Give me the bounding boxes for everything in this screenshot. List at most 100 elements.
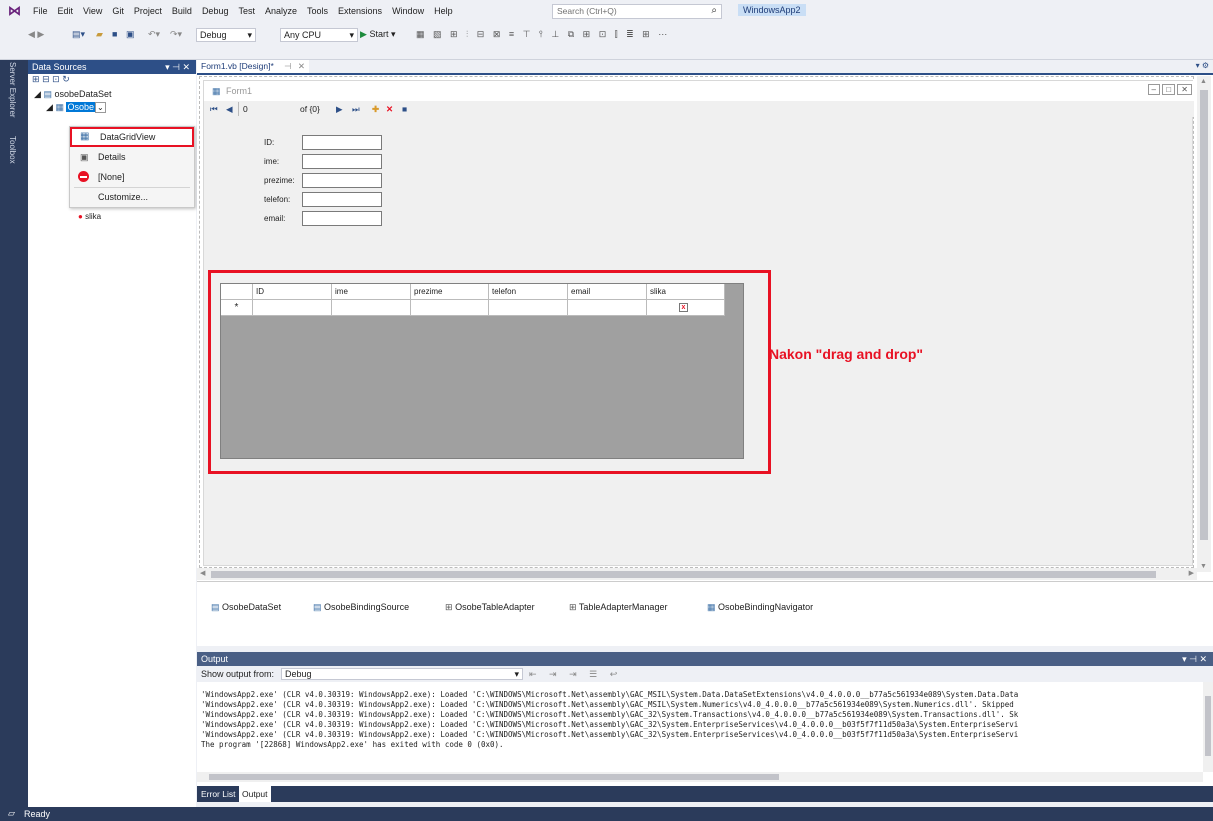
menu-item-customize[interactable]: Customize... [70, 188, 194, 206]
menu-item-details[interactable]: ▣ Details [70, 147, 194, 167]
form-titlebar: ▦ Form1 – □ ✕ [204, 81, 1194, 101]
panel-controls-icon[interactable]: ▾ ⊣ ✕ [165, 60, 190, 74]
tray-item-tableadapter[interactable]: ⊞ OsobeTableAdapter [445, 602, 535, 613]
component-tray: ▤ OsobeDataSet ▤ OsobeBindingSource ⊞ Os… [197, 581, 1213, 646]
new-project-icon[interactable]: ▤▾ [72, 26, 85, 42]
save-icon[interactable]: ■ [402, 101, 407, 117]
field-input-prezime[interactable] [302, 173, 382, 188]
move-last-icon[interactable]: ⏭ [352, 101, 360, 117]
open-icon[interactable]: ▰ [96, 26, 103, 42]
form1-window[interactable]: ▦ Form1 – □ ✕ ⏮ ◀ 0 of {0} ▶ ⏭ ✚ ✕ ■ ID:… [203, 80, 1194, 566]
field-input-telefon[interactable] [302, 192, 382, 207]
position-box[interactable]: 0 [238, 102, 278, 116]
menu-build[interactable]: Build [167, 0, 197, 22]
tray-item-bindingsource[interactable]: ▤ OsobeBindingSource [313, 602, 409, 613]
menu-window[interactable]: Window [387, 0, 429, 22]
output-line: 'WindowsApp2.exe' (CLR v4.0.30319: Windo… [201, 730, 1019, 739]
tab-form1-design[interactable]: Form1.vb [Design]* ⊣ ✕ [197, 60, 310, 73]
menu-item-datagridview[interactable]: ▦ DataGridView [70, 127, 194, 147]
panel-controls-icon[interactable]: ▾ ⊣ ✕ [1182, 652, 1207, 666]
datagrid-icon: ▦ [80, 131, 90, 142]
menu-extensions[interactable]: Extensions [333, 0, 387, 22]
tab-output[interactable]: Output [239, 786, 271, 802]
edit-dataset-icon[interactable]: ⊟ [42, 74, 50, 84]
add-new-icon[interactable]: ✚ [372, 101, 379, 117]
close-icon[interactable]: ✕ [1177, 84, 1192, 95]
tree-node-table[interactable]: ◢ ▦ Osobe ⌄ [34, 101, 196, 114]
minimize-icon[interactable]: – [1147, 84, 1160, 95]
refresh-icon[interactable]: ↻ [62, 74, 70, 84]
scroll-thumb[interactable] [1205, 696, 1211, 756]
tray-label: OsobeBindingNavigator [718, 602, 814, 612]
maximize-icon[interactable]: □ [1162, 84, 1176, 95]
scroll-down-icon[interactable]: ▼ [1200, 563, 1207, 570]
scroll-up-icon[interactable]: ▲ [1200, 78, 1207, 85]
tableadapter-icon: ⊞ [569, 602, 577, 612]
move-prev-icon[interactable]: ◀ [226, 101, 233, 117]
menu-view[interactable]: View [78, 0, 107, 22]
menu-tools[interactable]: Tools [302, 0, 333, 22]
toolbox-tab[interactable]: Toolbox [8, 136, 17, 164]
menu-analyze[interactable]: Analyze [260, 0, 302, 22]
tray-item-tableadaptermanager[interactable]: ⊞ TableAdapterManager [569, 602, 667, 613]
chevron-down-icon[interactable]: ⌄ [95, 102, 106, 113]
undo-icon[interactable]: ↶▾ [148, 26, 160, 42]
tree-node-dataset[interactable]: ◢ ▤ osobeDataSet [34, 88, 196, 101]
search-placeholder: Search (Ctrl+Q) [557, 6, 617, 16]
field-input-email[interactable] [302, 211, 382, 226]
platform-combo[interactable]: Any CPU ▾ [280, 28, 358, 42]
play-icon: ▶ [360, 29, 367, 39]
scroll-thumb[interactable] [211, 571, 1156, 578]
status-text: Ready [24, 809, 51, 819]
menu-file[interactable]: File [28, 0, 53, 22]
move-first-icon[interactable]: ⏮ [210, 101, 218, 117]
tree-node-slika[interactable]: ● slika [78, 212, 101, 221]
save-icon[interactable]: ■ [112, 26, 117, 42]
horizontal-scrollbar[interactable]: ◀ ▶ [197, 568, 1197, 580]
field-input-ime[interactable] [302, 154, 382, 169]
close-icon[interactable]: ✕ [298, 61, 305, 71]
expand-icon[interactable]: ◢ [46, 102, 53, 112]
configure-icon[interactable]: ⊡ [52, 74, 60, 84]
tab-error-list[interactable]: Error List [199, 788, 237, 800]
output-hscroll[interactable] [197, 772, 1203, 782]
tray-item-osobedataset[interactable]: ▤ OsobeDataSet [211, 602, 281, 613]
tab-overflow-icon[interactable]: ▾ ⚙ [1196, 61, 1209, 70]
server-explorer-tab[interactable]: Server Explorer [8, 62, 17, 118]
vs-logo-icon: ⋈ [8, 3, 21, 18]
delete-icon[interactable]: ✕ [386, 101, 393, 117]
save-all-icon[interactable]: ▣ [126, 26, 135, 42]
output-toolbar-icons[interactable]: ⇤ ⇥ ⇥ ☰ ↩ [529, 666, 622, 682]
output-text[interactable]: 'WindowsApp2.exe' (CLR v4.0.30319: Windo… [201, 690, 1199, 758]
form-window-controls[interactable]: – □ ✕ [1147, 84, 1192, 95]
designer-tools-icons[interactable]: ▦ ▧ ⊞ ⫶ ⊟ ⊠ ≡ ⊤ ⫯ ⊥ ⧉ ⊞ ⊡ ⫿ ≣ ⊞ ⋯ [416, 26, 670, 42]
scroll-left-icon[interactable]: ◀ [200, 569, 205, 577]
menu-debug[interactable]: Debug [197, 0, 234, 22]
output-toolbar: Show output from: Debug ▾ ⇤ ⇥ ⇥ ☰ ↩ [197, 666, 1213, 682]
menu-help[interactable]: Help [429, 0, 458, 22]
pin-icon[interactable]: ⊣ [284, 61, 291, 71]
menu-edit[interactable]: Edit [53, 0, 79, 22]
scroll-right-icon[interactable]: ▶ [1189, 569, 1194, 577]
config-combo[interactable]: Debug ▾ [196, 28, 256, 42]
back-icon[interactable]: ◀ ▶ [28, 26, 44, 42]
menu-project[interactable]: Project [129, 0, 167, 22]
field-input-id[interactable] [302, 135, 382, 150]
output-line: 'WindowsApp2.exe' (CLR v4.0.30319: Windo… [201, 720, 1019, 729]
scroll-thumb[interactable] [209, 774, 779, 780]
document-tabstrip: Form1.vb [Design]* ⊣ ✕ ▾ ⚙ [197, 60, 1213, 75]
expand-icon[interactable]: ◢ [34, 89, 41, 99]
move-next-icon[interactable]: ▶ [336, 101, 343, 117]
output-vscroll[interactable] [1203, 682, 1213, 772]
menu-git[interactable]: Git [107, 0, 129, 22]
redo-icon[interactable]: ↷▾ [170, 26, 182, 42]
vertical-scrollbar[interactable]: ▲ ▼ [1197, 76, 1211, 572]
search-box[interactable]: Search (Ctrl+Q) ⌕ [552, 4, 722, 19]
start-button[interactable]: ▶ Start ▾ [360, 26, 395, 42]
add-datasource-icon[interactable]: ⊞ [32, 74, 40, 84]
tray-item-bindingnavigator[interactable]: ▦ OsobeBindingNavigator [707, 602, 813, 613]
scroll-thumb[interactable] [1200, 90, 1208, 540]
menu-test[interactable]: Test [233, 0, 260, 22]
output-source-combo[interactable]: Debug ▾ [281, 668, 523, 680]
menu-item-none[interactable]: [None] [70, 167, 194, 187]
